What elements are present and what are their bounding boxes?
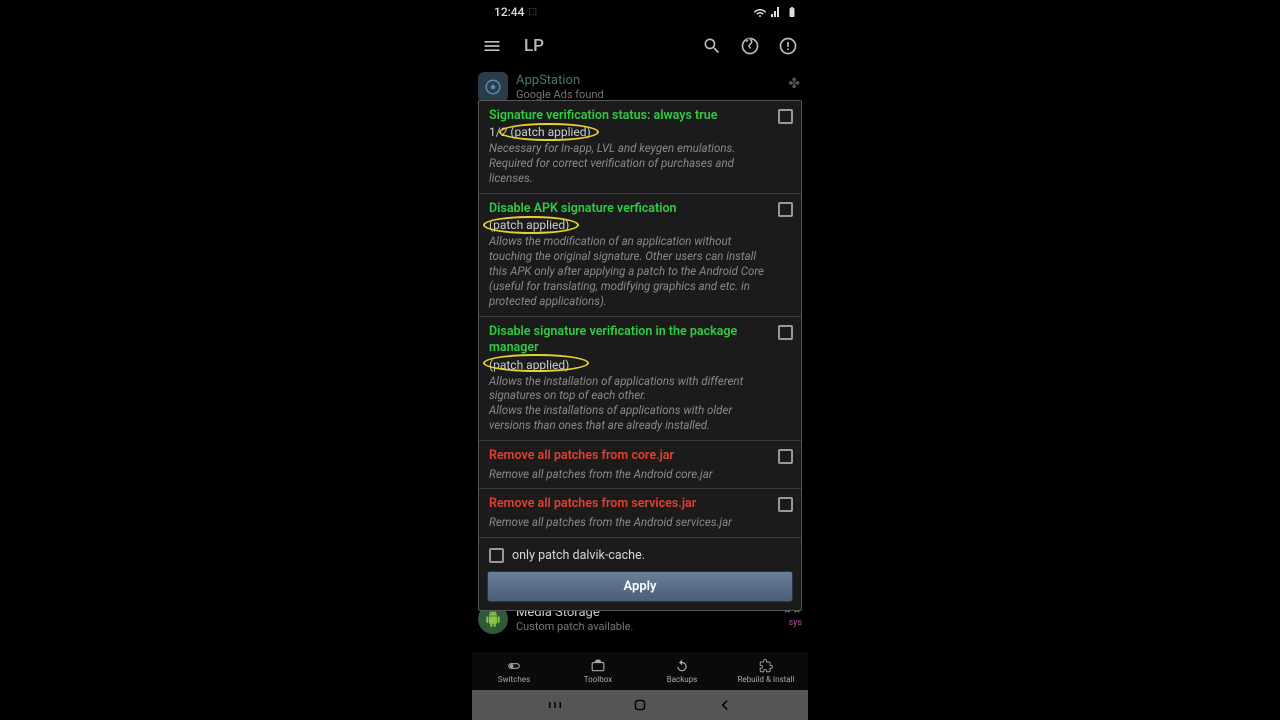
app-sub: Custom patch available. (516, 620, 633, 633)
app-icon (478, 72, 508, 102)
extension-icon (758, 659, 774, 673)
patch-title: Disable signature verification in the pa… (489, 324, 767, 357)
system-nav-bar (472, 690, 808, 720)
status-time: 12:44 (494, 5, 524, 19)
status-bar: 12:44 ⬚ (472, 0, 808, 24)
patch-title: Signature verification status: always tr… (489, 108, 767, 124)
nav-toolbox[interactable]: Toolbox (556, 652, 640, 690)
nav-label: Rebuild & Install (737, 675, 794, 684)
patch-desc: Necessary for In-app, LVL and keygen emu… (489, 141, 767, 186)
toolbox-icon (590, 659, 606, 673)
patch-status: 1/2 (patch applied) (489, 125, 767, 139)
patch-desc: Allows the installation of applications … (489, 374, 767, 434)
patch-desc: Remove all patches from the Android core… (489, 467, 767, 482)
patch-status: (patch applied) (489, 218, 767, 232)
status-indicator-icon: ⬚ (528, 7, 537, 17)
patch-row-remove-services[interactable]: Remove all patches from services.jar Rem… (479, 489, 801, 537)
app-name: AppStation (516, 73, 604, 88)
nav-rebuild[interactable]: Rebuild & Install (724, 652, 808, 690)
nav-label: Switches (498, 675, 530, 684)
app-title: LP (524, 36, 544, 56)
checkbox[interactable] (778, 325, 793, 340)
patch-row-sig-verify[interactable]: Signature verification status: always tr… (479, 101, 801, 194)
signal-icon (770, 6, 782, 18)
bottom-nav: Switches Toolbox Backups Rebuild & Insta… (472, 652, 808, 690)
patch-title: Remove all patches from core.jar (489, 448, 767, 464)
nav-switches[interactable]: Switches (472, 652, 556, 690)
patches-modal: Signature verification status: always tr… (478, 100, 802, 611)
switch-icon (506, 659, 522, 673)
checkbox[interactable] (778, 109, 793, 124)
recents-button[interactable] (546, 696, 564, 714)
only-dalvik-row[interactable]: only patch dalvik-cache. (479, 538, 801, 569)
app-bar: LP (472, 24, 808, 68)
only-dalvik-label: only patch dalvik-cache. (512, 548, 645, 563)
patch-status: (patch applied) (489, 358, 767, 372)
patch-row-disable-apk-sig[interactable]: Disable APK signature verfication (patch… (479, 194, 801, 317)
help-icon[interactable] (740, 36, 760, 56)
home-button[interactable] (631, 696, 649, 714)
sys-badge: sys (788, 618, 802, 628)
battery-icon (786, 6, 798, 18)
patch-title: Disable APK signature verfication (489, 201, 767, 217)
patch-row-remove-core[interactable]: Remove all patches from core.jar Remove … (479, 441, 801, 489)
menu-icon[interactable] (482, 36, 502, 56)
phone-frame: 12:44 ⬚ LP AppStation Google Ads found (472, 0, 808, 720)
nav-label: Toolbox (584, 675, 612, 684)
status-right (754, 6, 798, 18)
patch-row-disable-pm-sig[interactable]: Disable signature verification in the pa… (479, 317, 801, 441)
info-icon[interactable] (778, 36, 798, 56)
checkbox[interactable] (778, 497, 793, 512)
nav-backups[interactable]: Backups (640, 652, 724, 690)
wifi-icon (754, 6, 766, 18)
checkbox[interactable] (778, 449, 793, 464)
search-icon[interactable] (702, 36, 722, 56)
apply-button[interactable]: Apply (487, 571, 793, 602)
patch-desc: Remove all patches from the Android serv… (489, 515, 767, 530)
patch-desc: Allows the modification of an applicatio… (489, 234, 767, 309)
nav-label: Backups (667, 675, 698, 684)
patch-title: Remove all patches from services.jar (489, 496, 767, 512)
restore-icon (674, 659, 690, 673)
checkbox[interactable] (489, 548, 504, 563)
checkbox[interactable] (778, 202, 793, 217)
back-button[interactable] (716, 696, 734, 714)
clover-icon: ✤ (788, 76, 800, 92)
